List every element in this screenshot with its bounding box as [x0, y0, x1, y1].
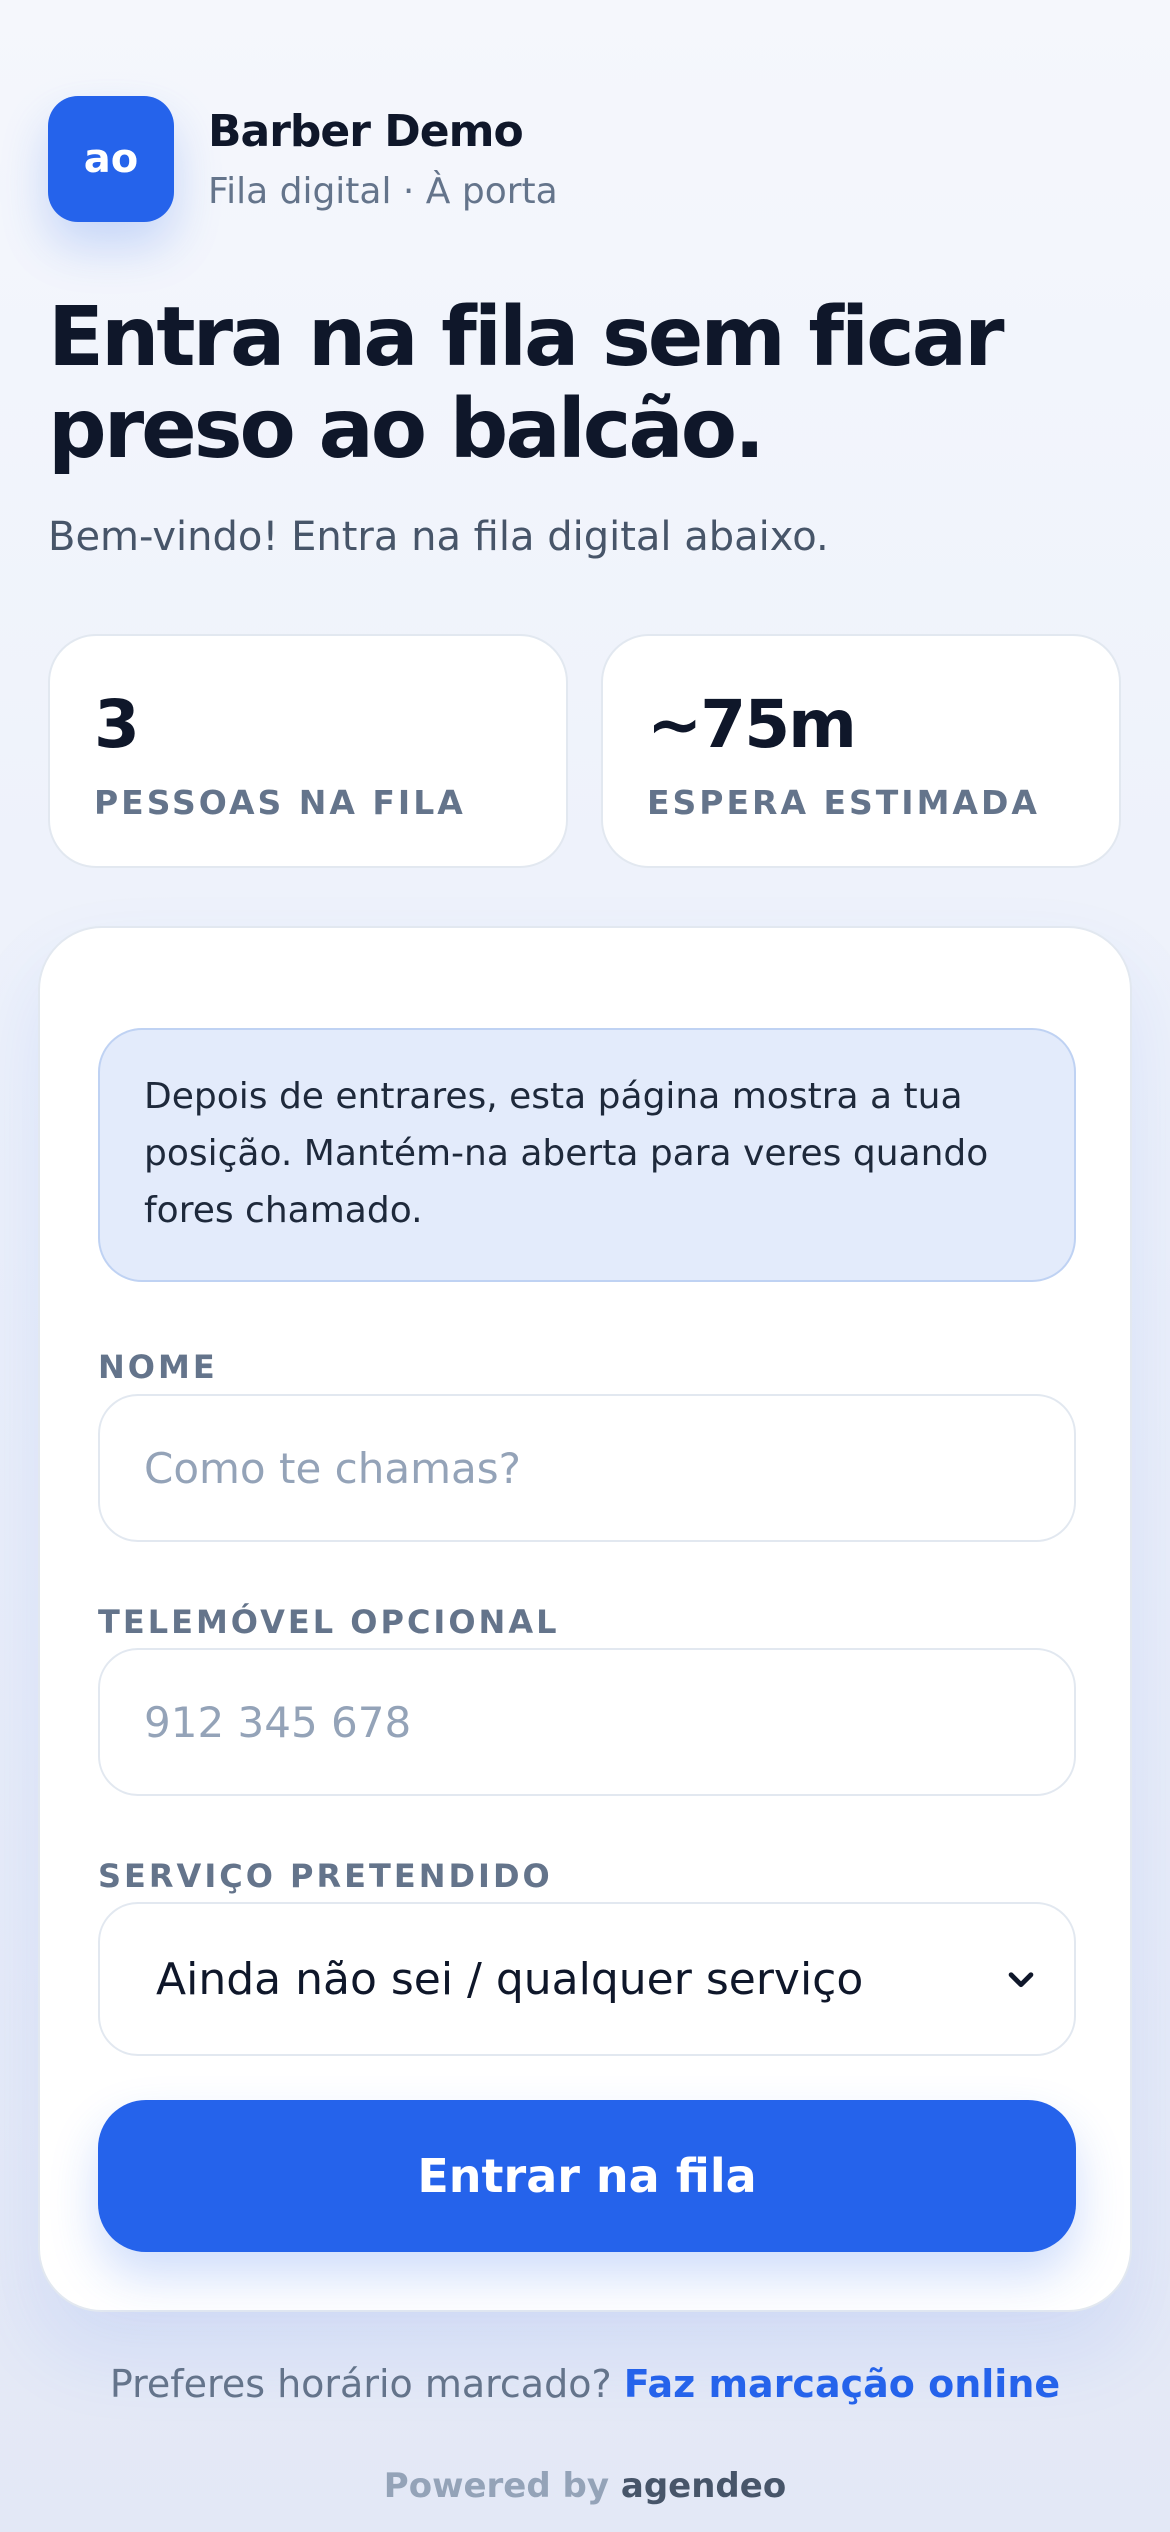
- brand-logo-text: ao: [83, 136, 139, 182]
- name-placeholder: Como te chamas?: [144, 1443, 521, 1493]
- stat-value-wait: ~75m: [647, 686, 857, 763]
- brand-subtitle: Fila digital · À porta: [208, 171, 558, 212]
- stat-card-queue: 3 PESSOAS NA FILA: [48, 634, 568, 868]
- booking-prompt: Preferes horário marcado? Faz marcação o…: [0, 2362, 1170, 2406]
- stat-value-queue: 3: [94, 686, 140, 763]
- name-input[interactable]: Como te chamas?: [98, 1394, 1076, 1542]
- phone-label: TELEMÓVEL OPCIONAL: [98, 1603, 560, 1641]
- page-title: Entra na fila sem ficar preso ao balcão.: [48, 290, 1005, 477]
- powered-by: Powered by agendeo: [0, 2466, 1170, 2506]
- info-notice: Depois de entrares, esta página mostra a…: [98, 1028, 1076, 1282]
- page-subtitle: Bem-vindo! Entra na fila digital abaixo.: [48, 514, 829, 560]
- powered-brand[interactable]: agendeo: [621, 2466, 786, 2506]
- service-selected-value: Ainda não sei / qualquer serviço: [156, 1953, 864, 2005]
- phone-input[interactable]: 912 345 678: [98, 1648, 1076, 1796]
- service-select[interactable]: Ainda não sei / qualquer serviço: [98, 1902, 1076, 2056]
- join-queue-button[interactable]: Entrar na fila: [98, 2100, 1076, 2252]
- join-queue-card: Depois de entrares, esta página mostra a…: [38, 926, 1132, 2312]
- stat-card-wait: ~75m ESPERA ESTIMADA: [601, 634, 1121, 868]
- header: ao Barber Demo Fila digital · À porta: [48, 96, 558, 222]
- chevron-down-icon: [1008, 1972, 1034, 1988]
- brand-info: Barber Demo Fila digital · À porta: [208, 106, 558, 212]
- stat-label-wait: ESPERA ESTIMADA: [647, 783, 1040, 822]
- booking-link[interactable]: Faz marcação online: [624, 2362, 1060, 2406]
- brand-name: Barber Demo: [208, 106, 524, 157]
- stat-label-queue: PESSOAS NA FILA: [94, 783, 466, 822]
- service-label: SERVIÇO PRETENDIDO: [98, 1857, 553, 1895]
- name-label: NOME: [98, 1348, 218, 1386]
- phone-placeholder: 912 345 678: [144, 1697, 412, 1747]
- brand-logo: ao: [48, 96, 174, 222]
- booking-question: Preferes horário marcado?: [109, 2362, 612, 2406]
- powered-prefix: Powered by: [383, 2466, 610, 2506]
